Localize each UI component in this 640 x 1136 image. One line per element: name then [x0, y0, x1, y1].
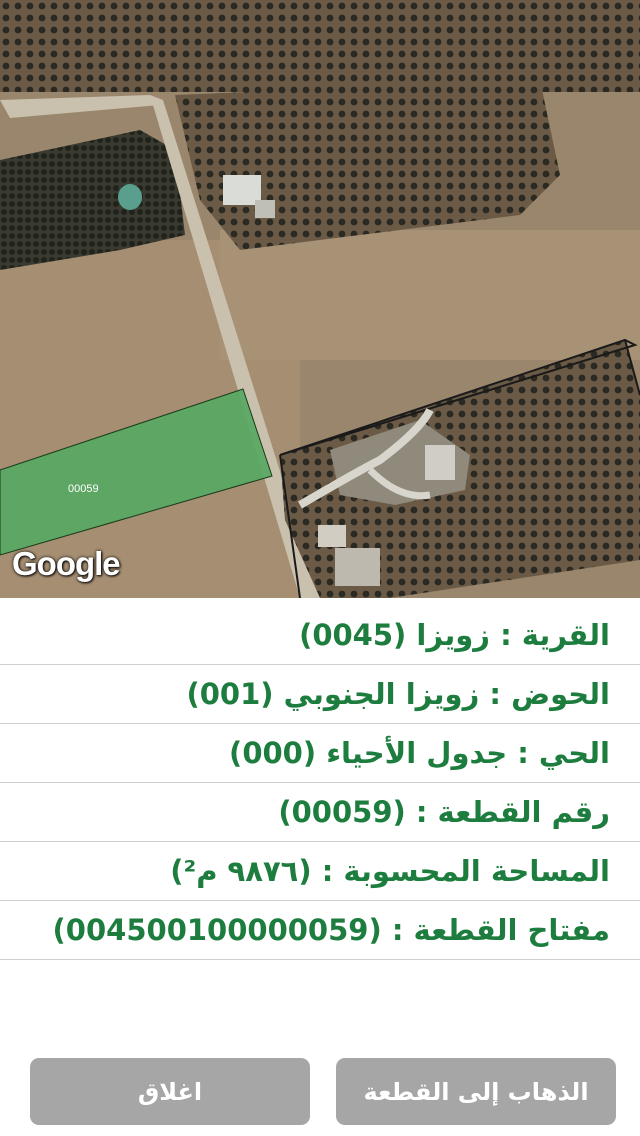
parcel-number-text: رقم القطعة : (00059)	[278, 795, 610, 829]
close-button[interactable]: اغلاق	[30, 1058, 310, 1125]
map-imagery	[0, 0, 640, 598]
village-text: القرية : زويزا (0045)	[299, 618, 610, 652]
google-logo: Google	[12, 545, 121, 582]
satellite-map[interactable]: 00059 Google	[0, 0, 640, 598]
go-to-parcel-button[interactable]: الذهاب إلى القطعة	[336, 1058, 616, 1125]
district-text: الحي : جدول الأحياء (000)	[229, 736, 610, 770]
detail-row-parcel-key: مفتاح القطعة : (004500100000059)	[0, 901, 640, 960]
area-text: المساحة المحسوبة : (٩٨٧٦ م²)	[170, 854, 610, 888]
detail-row-village: القرية : زويزا (0045)	[0, 606, 640, 665]
parcel-number-label: 00059	[68, 483, 99, 495]
detail-row-parcel-number: رقم القطعة : (00059)	[0, 783, 640, 842]
detail-row-basin: الحوض : زويزا الجنوبي (001)	[0, 665, 640, 724]
parcel-details: القرية : زويزا (0045) الحوض : زويزا الجن…	[0, 606, 640, 960]
basin-text: الحوض : زويزا الجنوبي (001)	[186, 677, 610, 711]
detail-row-district: الحي : جدول الأحياء (000)	[0, 724, 640, 783]
parcel-key-text: مفتاح القطعة : (004500100000059)	[52, 913, 610, 947]
detail-row-area: المساحة المحسوبة : (٩٨٧٦ م²)	[0, 842, 640, 901]
